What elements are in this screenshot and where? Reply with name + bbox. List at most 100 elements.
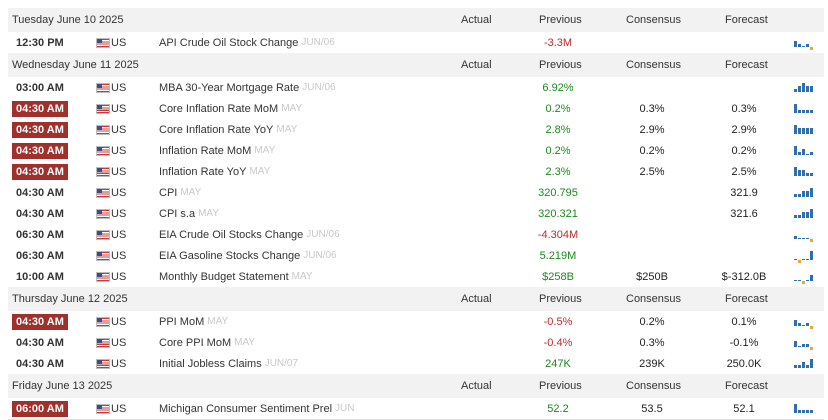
- event-time: 06:30 AM: [16, 228, 64, 241]
- flag-cell: [96, 224, 110, 245]
- consensus-value: [617, 32, 687, 53]
- previous-value: -4.304M: [537, 228, 579, 241]
- sparkline-bar: [802, 109, 805, 113]
- event-name[interactable]: PPI MoM: [159, 316, 204, 328]
- event-row[interactable]: 04:30 AM US Core Inflation Rate MoM MAY 0.2%…: [8, 98, 824, 120]
- sparkline-cell[interactable]: [792, 332, 814, 353]
- forecast-value: 250.0K: [726, 357, 762, 370]
- previous-value: 2.8%: [545, 123, 571, 136]
- event-name[interactable]: EIA Crude Oil Stocks Change: [159, 229, 303, 241]
- event-row[interactable]: 04:30 AM US CPI MAY 320.795 321.9: [8, 182, 824, 204]
- flag-cell: [96, 32, 110, 53]
- event-row[interactable]: 04:30 AM US PPI MoM MAY -0.5% 0.2% 0.1%: [8, 311, 824, 333]
- event-name-cell: PPI MoM MAY: [159, 311, 228, 332]
- sparkline-bar: [794, 235, 797, 239]
- sparkline-cell[interactable]: [792, 77, 814, 98]
- sparkline-cell[interactable]: [792, 353, 814, 374]
- sparkline-cell[interactable]: [792, 32, 814, 53]
- event-row[interactable]: 04:30 AM US Inflation Rate MoM MAY 0.2% 0.2% 0…: [8, 140, 824, 162]
- sparkline-bar: [806, 279, 809, 281]
- history-sparkline: [794, 250, 813, 263]
- us-flag-icon: [96, 250, 110, 261]
- sparkline-cell[interactable]: [792, 98, 814, 119]
- event-name[interactable]: EIA Gasoline Stocks Change: [159, 250, 300, 262]
- event-row[interactable]: 06:00 AM US Michigan Consumer Sentiment Pr…: [8, 398, 824, 420]
- sparkline-bar: [802, 237, 805, 239]
- flag-cell: [96, 140, 110, 161]
- event-row[interactable]: 04:30 AM US Core PPI MoM MAY -0.4% 0.3% -0.1%: [8, 332, 824, 354]
- event-name[interactable]: Core PPI MoM: [159, 337, 231, 349]
- event-name[interactable]: Inflation Rate MoM: [159, 145, 251, 157]
- event-time-cell: 04:30 AM: [12, 161, 68, 182]
- event-time-cell: 06:00 AM: [12, 398, 68, 419]
- flag-cell: [96, 182, 110, 203]
- sparkline-bar: [798, 409, 801, 413]
- event-row[interactable]: 10:00 AM US Monthly Budget Statement MAY $25…: [8, 266, 824, 288]
- event-name[interactable]: Michigan Consumer Sentiment Prel: [159, 403, 332, 415]
- us-flag-icon: [96, 316, 110, 327]
- event-time: 03:00 AM: [16, 81, 64, 94]
- event-time-cell: 04:30 AM: [12, 203, 68, 224]
- sparkline-cell[interactable]: [792, 119, 814, 140]
- sparkline-cell[interactable]: [792, 224, 814, 245]
- event-name-cell: Core Inflation Rate MoM MAY: [159, 98, 302, 119]
- sparkline-bar: [802, 45, 805, 47]
- history-sparkline: [794, 166, 813, 176]
- event-time: 04:30 AM: [16, 207, 64, 220]
- event-name[interactable]: Inflation Rate YoY: [159, 166, 246, 178]
- us-flag-icon: [96, 403, 110, 414]
- actual-value: [448, 311, 518, 332]
- sparkline-bar: [810, 46, 813, 50]
- sparkline-cell[interactable]: [792, 266, 814, 287]
- sparkline-bar: [810, 409, 813, 413]
- sparkline-bar: [806, 153, 809, 155]
- event-row[interactable]: 04:30 AM US Inflation Rate YoY MAY 2.3% 2.5% 2…: [8, 161, 824, 183]
- event-time: 04:30 AM: [16, 336, 64, 349]
- sparkline-bar: [802, 361, 805, 368]
- event-row[interactable]: 04:30 AM US Core Inflation Rate YoY MAY 2.8%…: [8, 119, 824, 141]
- event-row[interactable]: 06:30 AM US EIA Crude Oil Stocks Change JUN…: [8, 224, 824, 246]
- history-sparkline: [794, 40, 813, 50]
- sparkline-bar: [794, 103, 797, 113]
- event-row[interactable]: 04:30 AM US CPI s.a MAY 320.321 321.6: [8, 203, 824, 225]
- sparkline-cell[interactable]: [792, 245, 814, 266]
- event-name[interactable]: Monthly Budget Statement: [159, 271, 289, 283]
- event-row[interactable]: 06:30 AM US EIA Gasoline Stocks Change JUN/…: [8, 245, 824, 267]
- event-name[interactable]: CPI: [159, 187, 177, 199]
- event-row[interactable]: 04:30 AM US Initial Jobless Claims JUN/07 24…: [8, 353, 824, 375]
- event-name[interactable]: Initial Jobless Claims: [159, 358, 262, 370]
- sparkline-bar: [810, 274, 813, 281]
- event-row[interactable]: 12:30 PM US API Crude Oil Stock Change JUN/…: [8, 32, 824, 54]
- event-name[interactable]: CPI s.a: [159, 208, 195, 220]
- sparkline-cell[interactable]: [792, 398, 814, 419]
- event-name[interactable]: MBA 30-Year Mortgage Rate: [159, 82, 299, 94]
- event-reference-period: MAY: [180, 187, 202, 198]
- event-time: 04:30 AM: [12, 121, 68, 138]
- sparkline-cell[interactable]: [792, 311, 814, 332]
- forecast-value: 2.9%: [731, 123, 757, 136]
- us-flag-icon: [96, 82, 110, 93]
- event-reference-period: JUN/06: [301, 37, 335, 48]
- event-row[interactable]: 03:00 AM US MBA 30-Year Mortgage Rate JUN/0…: [8, 77, 824, 99]
- sparkline-bar: [794, 40, 797, 47]
- consensus-value: 0.2%: [639, 144, 665, 157]
- event-reference-period: JUN/06: [302, 82, 336, 93]
- event-name[interactable]: API Crude Oil Stock Change: [159, 37, 298, 49]
- actual-value: [448, 266, 518, 287]
- sparkline-bar: [798, 85, 801, 92]
- forecast-value: 321.9: [730, 186, 758, 199]
- event-name[interactable]: Core Inflation Rate MoM: [159, 103, 278, 115]
- previous-value: -3.3M: [543, 36, 573, 49]
- us-flag-icon: [96, 124, 110, 135]
- sparkline-bar: [798, 259, 801, 263]
- sparkline-cell[interactable]: [792, 203, 814, 224]
- event-name-cell: Core Inflation Rate YoY MAY: [159, 119, 297, 140]
- column-header-forecast: Forecast: [725, 14, 768, 26]
- forecast-value: 0.1%: [731, 315, 757, 328]
- sparkline-cell[interactable]: [792, 161, 814, 182]
- event-name[interactable]: Core Inflation Rate YoY: [159, 124, 273, 136]
- sparkline-cell[interactable]: [792, 140, 814, 161]
- consensus-value: [617, 77, 687, 98]
- history-sparkline: [794, 274, 813, 284]
- sparkline-cell[interactable]: [792, 182, 814, 203]
